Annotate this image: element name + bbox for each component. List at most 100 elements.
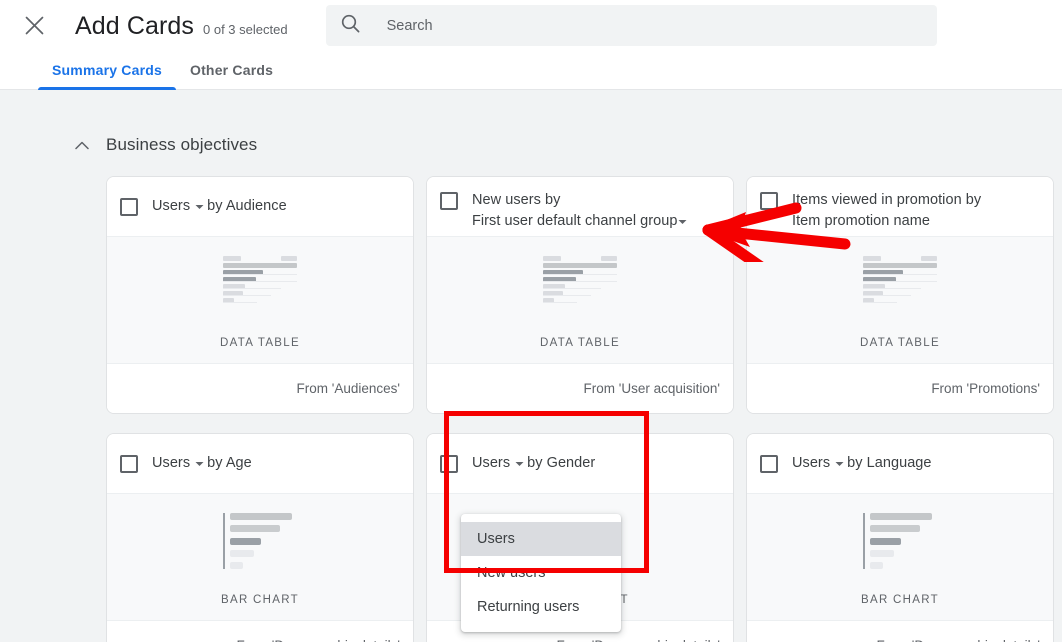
chevron-down-icon (515, 453, 524, 474)
card-header: Users by Gender (427, 434, 733, 493)
close-icon (25, 16, 44, 35)
search-input[interactable] (387, 18, 923, 34)
card-new-users-by-first-user-default-channel-group[interactable]: New users by First user default channel … (426, 176, 734, 414)
table-row (863, 270, 937, 275)
card-thumbnail-data-table: DATA TABLE (107, 236, 413, 364)
card-footer: From 'Demographic details' (747, 621, 1053, 642)
dimension-label: by Language (847, 453, 931, 474)
table-row (223, 284, 297, 289)
chart-bar (230, 538, 261, 545)
card-header: Users by Language (747, 434, 1053, 493)
card-thumbnail-bar-chart: BAR CHART (107, 493, 413, 621)
chevron-down-icon (678, 211, 687, 232)
tab-summary-cards-label: Summary Cards (52, 62, 162, 78)
table-row (543, 298, 617, 303)
card-footer: From 'Promotions' (747, 364, 1053, 413)
metric-label: Users (152, 453, 190, 474)
title-group: Add Cards 0 of 3 selected (75, 11, 288, 41)
card-header: New users by First user default channel … (427, 177, 733, 236)
search-box[interactable] (326, 5, 937, 46)
metric-label: Users (152, 196, 190, 217)
card-thumbnail-bar-chart: BAR CHART (747, 493, 1053, 621)
chevron-up-icon (72, 135, 92, 155)
dropdown-item-users[interactable]: Users (461, 522, 621, 556)
table-row (543, 263, 617, 268)
metric-dropdown-trigger[interactable]: Users (152, 453, 207, 474)
table-row (863, 277, 937, 282)
data-table-graphic (543, 256, 617, 303)
dimension-label: by Age (207, 453, 252, 474)
metric-dropdown-trigger[interactable]: Users (792, 453, 847, 474)
card-checkbox[interactable] (120, 198, 138, 216)
card-source-label: From 'Promotions' (931, 381, 1040, 396)
card-title: Users by Language (792, 453, 932, 474)
table-row (543, 284, 617, 289)
dropdown-item-returning-users[interactable]: Returning users (461, 590, 621, 624)
chevron-down-icon (195, 453, 204, 474)
chart-bar (870, 562, 883, 569)
card-items-viewed-in-promotion[interactable]: Items viewed in promotion by Item promot… (746, 176, 1054, 414)
thumbnail-type-label: BAR CHART (107, 594, 413, 606)
card-checkbox[interactable] (440, 192, 458, 210)
table-row (863, 263, 937, 268)
metric-dropdown-trigger[interactable]: Users (472, 453, 527, 474)
table-row (543, 256, 617, 261)
card-users-by-language[interactable]: Users by Language (746, 433, 1054, 642)
card-thumbnail-data-table: DATA TABLE (427, 236, 733, 364)
metric-dropdown-trigger[interactable]: Users (152, 196, 207, 217)
card-footer: From 'Demographic details' (107, 621, 413, 642)
table-row (223, 270, 297, 275)
table-row (863, 256, 937, 261)
data-table-graphic (863, 256, 937, 303)
table-row (543, 270, 617, 275)
card-source-label: From 'User acquisition' (584, 381, 720, 396)
table-row (223, 298, 297, 303)
tab-other-cards[interactable]: Other Cards (176, 51, 287, 89)
metric-dropdown-menu[interactable]: Users New users Returning users (461, 514, 621, 632)
dropdown-item-label: Returning users (477, 599, 579, 615)
card-header: Users by Audience (107, 177, 413, 236)
thumbnail-type-label: DATA TABLE (747, 337, 1053, 349)
dimension-label: by Gender (527, 453, 595, 474)
card-users-by-age[interactable]: Users by Age (106, 433, 414, 642)
card-checkbox[interactable] (440, 455, 458, 473)
bar-chart-graphic (863, 513, 937, 569)
card-checkbox[interactable] (760, 455, 778, 473)
chevron-down-icon (195, 196, 204, 217)
card-source-label: From 'Demographic details' (237, 638, 400, 642)
dropdown-item-label: Users (477, 531, 515, 547)
table-row (863, 298, 937, 303)
card-checkbox[interactable] (120, 455, 138, 473)
close-button[interactable] (14, 6, 54, 46)
section-header-business-objectives[interactable]: Business objectives (0, 132, 257, 158)
chart-bar (870, 538, 901, 545)
metric-dropdown-trigger[interactable]: First user default channel group (472, 211, 687, 232)
selected-count: 0 of 3 selected (203, 21, 288, 39)
card-source-label: From 'Audiences' (297, 381, 400, 396)
card-title-line2: Item promotion name (792, 211, 930, 232)
tab-summary-cards[interactable]: Summary Cards (38, 51, 176, 89)
card-thumbnail-data-table: DATA TABLE (747, 236, 1053, 364)
card-footer: From 'User acquisition' (427, 364, 733, 413)
card-source-label: From 'Demographic details' (877, 638, 1040, 642)
chart-bars (225, 513, 297, 569)
thumbnail-type-label: BAR CHART (747, 594, 1053, 606)
card-header: Items viewed in promotion by Item promot… (747, 177, 1053, 236)
chart-bar (870, 525, 920, 532)
card-users-by-audience[interactable]: Users by Audience (106, 176, 414, 414)
card-title: Users by Age (152, 453, 252, 474)
bar-chart-graphic (223, 513, 297, 569)
table-row (543, 277, 617, 282)
chart-bar (230, 525, 280, 532)
metric-label: Users (792, 453, 830, 474)
dropdown-item-new-users[interactable]: New users (461, 556, 621, 590)
card-header: Users by Age (107, 434, 413, 493)
table-row (223, 256, 297, 261)
chart-bar (230, 562, 243, 569)
table-row (543, 291, 617, 296)
card-title: Items viewed in promotion by Item promot… (792, 190, 981, 232)
dialog-header: Add Cards 0 of 3 selected (0, 0, 1062, 51)
table-row (863, 284, 937, 289)
card-checkbox[interactable] (760, 192, 778, 210)
metric-label: Users (472, 453, 510, 474)
